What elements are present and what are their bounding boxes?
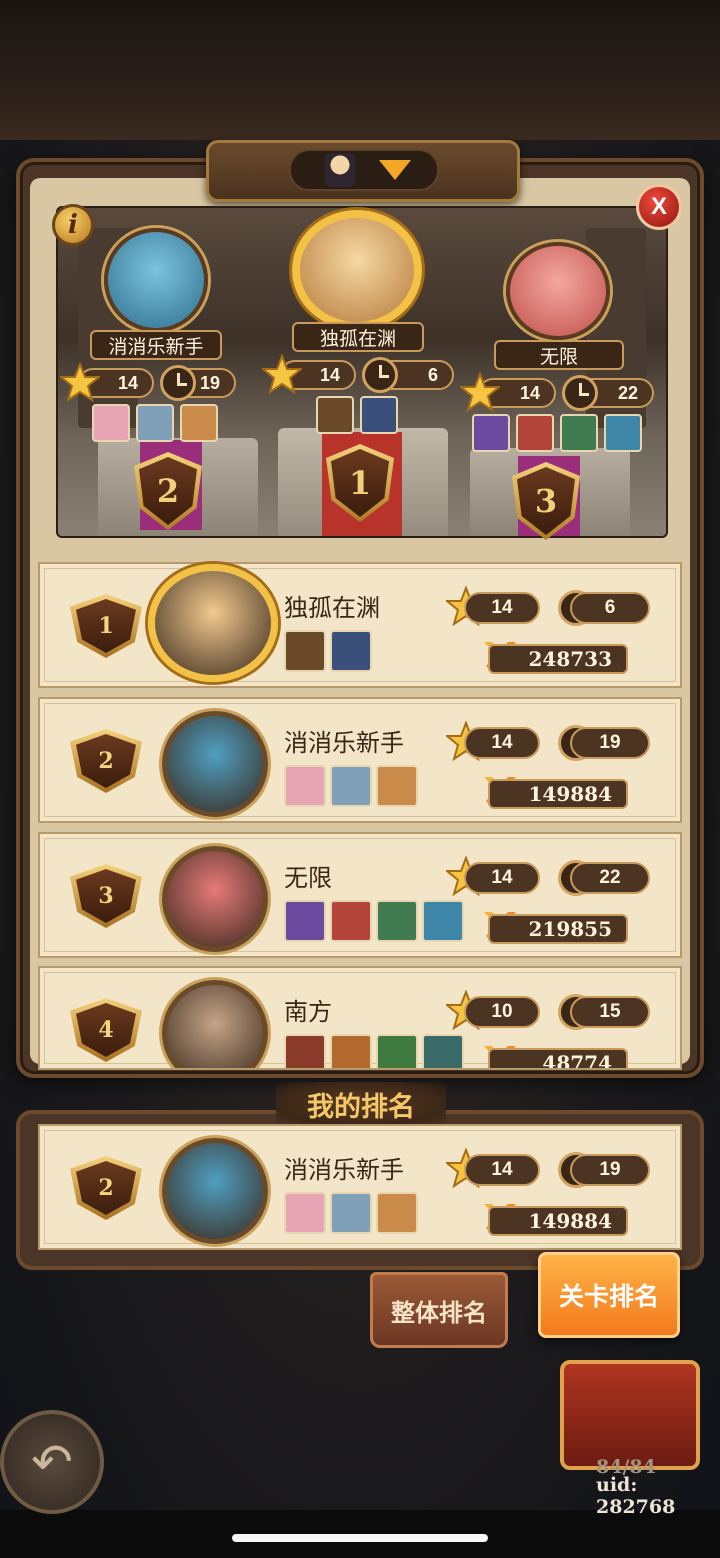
tab-stage-ranking[interactable]: 关卡排名 (538, 1252, 680, 1338)
hero-portrait (376, 1192, 418, 1234)
score-value: 149884 (488, 779, 628, 809)
score-value: 149884 (488, 1206, 628, 1236)
ranking-row[interactable]: 1 独孤在渊 14 6 248733 (38, 562, 682, 688)
hero-portrait (330, 630, 372, 672)
hero-selector-tab (206, 140, 520, 202)
player-name: 消消乐新手 (284, 730, 404, 757)
clock-icon (160, 365, 196, 401)
close-button[interactable]: X (636, 184, 682, 230)
info-button[interactable]: i (52, 204, 94, 246)
hero-team (284, 765, 422, 807)
hero-portrait (472, 414, 510, 452)
hero-portrait (180, 404, 218, 442)
hero-portrait (284, 900, 326, 942)
hero-portrait (284, 1192, 326, 1234)
hero-portrait (516, 414, 554, 452)
podium-second-name: 消消乐新手 (90, 330, 222, 360)
player-avatar (148, 564, 278, 682)
back-icon: ↶ (31, 1434, 73, 1490)
player-name: 无限 (284, 865, 332, 892)
ranking-row[interactable]: 3 无限 14 22 219855 (38, 832, 682, 958)
player-name: 消消乐新手 (284, 1157, 404, 1184)
hero-portrait (376, 765, 418, 807)
player-avatar (162, 1138, 268, 1244)
podium-first-name: 独孤在渊 (292, 322, 424, 352)
hero-portrait (136, 404, 174, 442)
arrow-down-icon (379, 160, 411, 180)
hero-portrait (376, 1034, 418, 1068)
podium-third-name: 无限 (494, 340, 624, 370)
time-value: 19 (570, 727, 650, 759)
player-avatar (162, 980, 268, 1068)
hero-selector-dropdown[interactable] (289, 149, 439, 191)
treasure-chest[interactable] (560, 1360, 700, 1470)
close-icon: X (650, 193, 667, 220)
info-icon: i (68, 210, 78, 240)
clock-icon (562, 375, 598, 411)
ranking-row[interactable]: 2 消消乐新手 14 19 149884 (38, 1124, 682, 1250)
hero-portrait (422, 1034, 464, 1068)
hero-portrait (284, 630, 326, 672)
podium-third-avatar (506, 242, 610, 340)
player-name: 南方 (284, 999, 332, 1026)
time-value: 19 (570, 1154, 650, 1186)
hero-portrait (330, 1034, 372, 1068)
my-rank-title: 我的排名 (276, 1082, 446, 1126)
hero-portrait (330, 765, 372, 807)
score-value: 248733 (488, 644, 628, 674)
user-id: uid: 282768 (596, 1474, 676, 1518)
back-button[interactable]: ↶ (0, 1410, 104, 1514)
hero-portrait (284, 765, 326, 807)
podium-second-avatar (104, 228, 208, 332)
selected-hero-avatar (325, 153, 355, 187)
time-value: 15 (570, 996, 650, 1028)
hero-portrait (360, 396, 398, 434)
player-avatar (162, 711, 268, 817)
top-bar (0, 0, 720, 140)
hero-portrait (422, 900, 464, 942)
hero-portrait (330, 1192, 372, 1234)
clock-icon (362, 357, 398, 393)
hero-portrait (376, 900, 418, 942)
time-value: 6 (570, 592, 650, 624)
ranking-row[interactable]: 2 消消乐新手 14 19 149884 (38, 697, 682, 823)
player-avatar (162, 846, 268, 952)
home-indicator[interactable] (232, 1534, 488, 1542)
star-icon (260, 353, 304, 395)
star-icon (458, 371, 502, 413)
hero-portrait (92, 404, 130, 442)
stars-value: 14 (464, 1154, 540, 1186)
stars-value: 14 (464, 862, 540, 894)
hero-portrait (316, 396, 354, 434)
hero-portrait (284, 1034, 326, 1068)
hero-team (284, 900, 468, 942)
time-value: 22 (570, 862, 650, 894)
hero-portrait (604, 414, 642, 452)
stars-value: 10 (464, 996, 540, 1028)
hero-team (284, 1034, 468, 1068)
score-value: 219855 (488, 914, 628, 944)
hero-portrait (560, 414, 598, 452)
podium-first-avatar (292, 210, 422, 330)
hero-team (284, 1192, 422, 1234)
stars-value: 14 (464, 727, 540, 759)
player-name: 独孤在渊 (284, 595, 380, 622)
tab-overall-ranking[interactable]: 整体排名 (370, 1272, 508, 1348)
score-value: 48774 (488, 1048, 628, 1068)
star-icon (58, 361, 102, 403)
hero-portrait (330, 900, 372, 942)
ranking-row[interactable]: 4 南方 10 15 48774 (38, 966, 682, 1070)
hero-team (284, 630, 376, 672)
stars-value: 14 (464, 592, 540, 624)
